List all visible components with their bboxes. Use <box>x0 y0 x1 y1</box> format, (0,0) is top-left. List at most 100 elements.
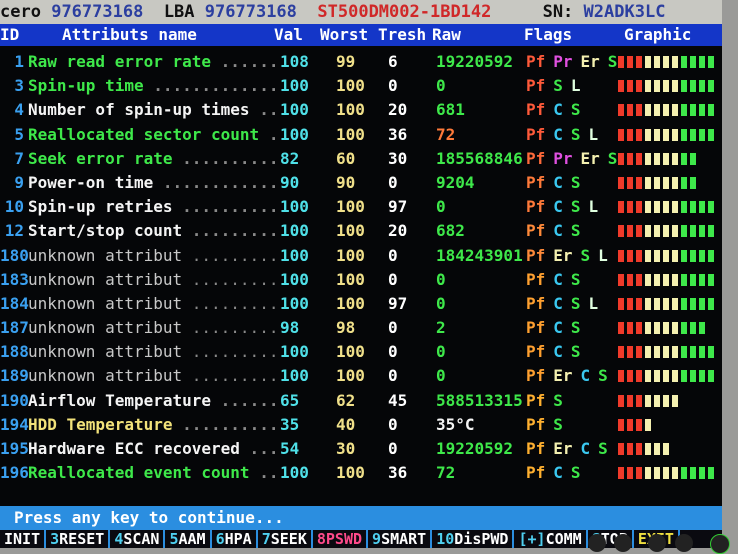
flag: S <box>570 124 581 144</box>
graphic-segment <box>636 467 642 480</box>
attribute-value: 100 <box>280 124 309 144</box>
graphic-segment <box>672 128 678 141</box>
table-row: 190Airflow Temperature65 62 45 588513315Pf S <box>0 389 722 413</box>
attribute-value: 108 <box>280 52 309 71</box>
graphic-segment <box>672 346 678 359</box>
flag: L <box>570 76 581 96</box>
graphic-segment <box>672 394 678 407</box>
function-key-smart[interactable]: 9SMART <box>368 530 433 548</box>
function-key-scan[interactable]: 4SCAN <box>110 530 166 548</box>
flag: S <box>553 390 563 410</box>
monitor-plus-button[interactable] <box>675 534 693 552</box>
attribute-threshold: 36 <box>388 124 408 144</box>
header-id: ID <box>0 25 20 44</box>
attribute-flags: Pf Er C S <box>526 364 616 388</box>
monitor-minus-button[interactable] <box>648 534 666 552</box>
flag: C <box>580 439 591 458</box>
attribute-value: 35 <box>280 414 300 434</box>
graphic-segment <box>690 370 696 383</box>
flag: L <box>598 245 608 265</box>
graphic-segment <box>654 56 660 68</box>
key-label: COMM <box>545 530 582 548</box>
graphic-segment <box>636 201 642 214</box>
power-icon[interactable] <box>710 534 730 554</box>
graphic-segment <box>627 152 633 165</box>
attribute-id: 1 <box>14 52 24 71</box>
function-key-comm[interactable]: [+]COMM <box>514 530 588 548</box>
graphic-segment <box>654 443 660 455</box>
graphic-segment <box>663 249 669 262</box>
graphic-segment <box>699 322 705 335</box>
attribute-name: Hardware ECC recovered <box>28 437 280 461</box>
table-row: 5Reallocated sector count1001003672PfCSL <box>0 123 722 147</box>
attribute-worst: 99 <box>336 52 356 71</box>
graphic-segment <box>618 225 624 238</box>
status-message: Press any key to continue... <box>14 508 284 527</box>
header-name: Attributs name <box>62 25 197 44</box>
attribute-threshold: 45 <box>388 390 408 410</box>
graphic-segment <box>636 80 642 93</box>
attribute-raw: 19220592 <box>436 439 514 458</box>
graphic-segment <box>618 394 624 407</box>
attribute-raw: 72 <box>436 124 456 144</box>
monitor-button[interactable] <box>588 534 606 552</box>
health-graphic <box>618 418 651 431</box>
graphic-segment <box>627 273 633 286</box>
flag: Er <box>580 52 600 71</box>
graphic-segment <box>654 104 660 117</box>
function-key-dispwd[interactable]: 10DisPWD <box>432 530 515 548</box>
function-key-seek[interactable]: 7SEEK <box>258 530 313 548</box>
graphic-segment <box>708 56 714 68</box>
attribute-raw: 0 <box>436 197 446 217</box>
attribute-flags: Pf C S L <box>526 123 606 147</box>
graphic-segment <box>618 370 624 383</box>
flag: Pf <box>526 197 546 217</box>
table-row: 195Hardware ECC recovered54 30 0 19220592 Pf… <box>0 437 722 461</box>
graphic-segment <box>699 201 705 214</box>
graphic-segment <box>672 176 678 189</box>
key-number: 5 <box>169 530 179 548</box>
function-key-hpa[interactable]: 6HPA <box>212 530 258 548</box>
table-row: 10Spin-up retries100100970PfCSL <box>0 195 722 219</box>
table-row: 188unknown attribut10010000PfCS <box>0 340 722 364</box>
graphic-segment <box>663 80 669 93</box>
attribute-worst: 30 <box>336 439 356 458</box>
graphic-segment <box>681 176 687 189</box>
graphic-segment <box>645 152 651 165</box>
health-graphic <box>618 249 714 262</box>
key-label: INIT <box>4 530 41 548</box>
graphic-segment <box>654 152 660 165</box>
key-label: AAM <box>178 530 206 548</box>
flag: Pf <box>526 124 546 144</box>
graphic-segment <box>672 56 678 68</box>
flag: L <box>588 293 599 313</box>
graphic-segment <box>618 201 624 214</box>
function-key-aam[interactable]: 5AAM <box>165 530 212 548</box>
graphic-segment <box>663 152 669 165</box>
monitor-button[interactable] <box>614 534 632 552</box>
function-key-pswd[interactable]: 8PSWD <box>313 530 369 548</box>
graphic-segment <box>690 80 696 93</box>
graphic-segment <box>654 249 660 262</box>
graphic-segment <box>681 273 687 286</box>
attribute-flags: Pf C S <box>526 219 589 243</box>
attribute-id: 12 <box>4 221 24 241</box>
graphic-segment <box>654 273 660 286</box>
attribute-raw: 681 <box>436 100 465 120</box>
graphic-segment <box>645 370 651 383</box>
graphic-segment <box>708 128 714 141</box>
flag: Er <box>553 366 573 386</box>
graphic-segment <box>654 176 660 189</box>
graphic-segment <box>690 273 696 286</box>
graphic-segment <box>663 128 669 141</box>
graphic-segment <box>654 322 660 335</box>
function-key-reset[interactable]: 3RESET <box>46 530 111 548</box>
attribute-value: 100 <box>280 366 309 386</box>
flag: S <box>570 463 581 483</box>
graphic-segment <box>645 56 651 68</box>
attribute-threshold: 0 <box>388 439 398 458</box>
graphic-segment <box>618 104 624 117</box>
function-key-init[interactable]: INIT <box>0 530 47 548</box>
graphic-segment <box>699 104 705 117</box>
graphic-segment <box>663 346 669 359</box>
